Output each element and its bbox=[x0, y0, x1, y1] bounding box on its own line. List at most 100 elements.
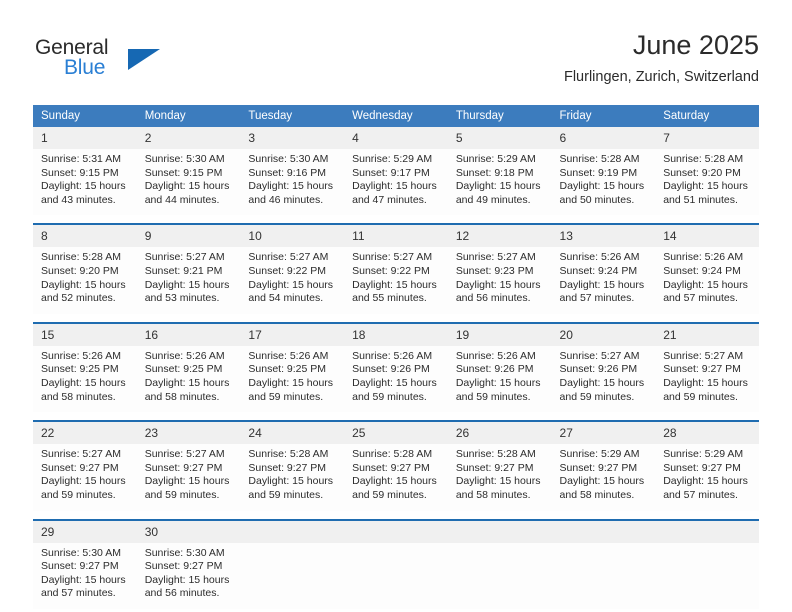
day-number[interactable]: 17 bbox=[240, 323, 345, 346]
generalblue-logo[interactable]: General Blue bbox=[33, 36, 253, 88]
sunset-text: Sunset: 9:27 PM bbox=[144, 560, 223, 573]
day-cell[interactable]: Sunrise: 5:27 AM Sunset: 9:27 PM Dayligh… bbox=[33, 444, 137, 511]
day-number[interactable]: 23 bbox=[136, 422, 241, 445]
day-number[interactable]: 30 bbox=[136, 520, 241, 543]
daylight-text-2: and 57 minutes. bbox=[559, 292, 635, 305]
day-number[interactable]: 10 bbox=[240, 225, 345, 248]
day-of-week-header-row: Sunday Monday Tuesday Wednesday Thursday… bbox=[33, 105, 759, 127]
sunrise-text: Sunrise: 5:28 AM bbox=[248, 448, 329, 461]
day-cell[interactable]: Sunrise: 5:27 AM Sunset: 9:22 PM Dayligh… bbox=[344, 247, 448, 314]
daylight-text-2: and 59 minutes. bbox=[352, 488, 427, 501]
sunrise-sunset-calendar: Sunday Monday Tuesday Wednesday Thursday… bbox=[33, 105, 759, 609]
day-number[interactable]: 26 bbox=[447, 422, 552, 445]
day-number[interactable]: 27 bbox=[551, 422, 656, 445]
sunset-text: Sunset: 9:25 PM bbox=[41, 363, 119, 376]
day-cell-empty bbox=[551, 542, 656, 609]
daylight-text-2: and 55 minutes. bbox=[352, 292, 427, 305]
day-cell[interactable]: Sunrise: 5:28 AM Sunset: 9:20 PM Dayligh… bbox=[655, 149, 759, 216]
day-cell-empty bbox=[240, 542, 345, 609]
day-cell[interactable]: Sunrise: 5:29 AM Sunset: 9:17 PM Dayligh… bbox=[344, 149, 448, 216]
day-cell[interactable]: Sunrise: 5:30 AM Sunset: 9:27 PM Dayligh… bbox=[33, 542, 137, 609]
sunrise-text: Sunrise: 5:28 AM bbox=[559, 153, 640, 165]
daylight-text-2: and 59 minutes. bbox=[248, 488, 324, 501]
day-number[interactable]: 8 bbox=[33, 225, 137, 248]
sunrise-text: Sunrise: 5:28 AM bbox=[352, 448, 433, 461]
day-cell[interactable]: Sunrise: 5:31 AM Sunset: 9:15 PM Dayligh… bbox=[33, 149, 137, 216]
day-number[interactable]: 1 bbox=[33, 127, 137, 149]
day-number[interactable]: 15 bbox=[33, 323, 137, 346]
day-number[interactable]: 20 bbox=[551, 323, 656, 346]
day-cell[interactable]: Sunrise: 5:28 AM Sunset: 9:27 PM Dayligh… bbox=[344, 444, 448, 511]
day-number[interactable]: 22 bbox=[33, 422, 137, 445]
daylight-text-1: Daylight: 15 hours bbox=[559, 278, 645, 291]
day-number[interactable]: 29 bbox=[33, 520, 137, 543]
dow-header-friday: Friday bbox=[551, 105, 656, 127]
day-cell[interactable]: Sunrise: 5:29 AM Sunset: 9:27 PM Dayligh… bbox=[655, 444, 759, 511]
day-cell[interactable]: Sunrise: 5:26 AM Sunset: 9:24 PM Dayligh… bbox=[655, 247, 759, 314]
day-number[interactable]: 21 bbox=[655, 323, 759, 346]
day-cell[interactable]: Sunrise: 5:30 AM Sunset: 9:15 PM Dayligh… bbox=[136, 149, 241, 216]
daylight-text-1: Daylight: 15 hours bbox=[41, 180, 126, 193]
day-number[interactable]: 14 bbox=[655, 225, 759, 248]
day-cell[interactable]: Sunrise: 5:26 AM Sunset: 9:26 PM Dayligh… bbox=[344, 345, 448, 413]
sunset-text: Sunset: 9:15 PM bbox=[41, 166, 119, 179]
day-number[interactable]: 12 bbox=[447, 225, 552, 248]
daylight-text-1: Daylight: 15 hours bbox=[559, 376, 645, 389]
daylight-text-2: and 57 minutes. bbox=[663, 488, 738, 501]
day-number[interactable]: 16 bbox=[136, 323, 241, 346]
daylight-text-1: Daylight: 15 hours bbox=[248, 475, 334, 488]
day-cell[interactable]: Sunrise: 5:27 AM Sunset: 9:22 PM Dayligh… bbox=[240, 247, 345, 314]
day-cell[interactable]: Sunrise: 5:28 AM Sunset: 9:19 PM Dayligh… bbox=[551, 149, 656, 216]
day-number[interactable]: 18 bbox=[344, 323, 448, 346]
daylight-text-2: and 54 minutes. bbox=[248, 292, 324, 305]
week-info-row: Sunrise: 5:26 AM Sunset: 9:25 PM Dayligh… bbox=[33, 345, 759, 413]
dow-header-monday: Monday bbox=[136, 105, 241, 127]
day-cell[interactable]: Sunrise: 5:28 AM Sunset: 9:20 PM Dayligh… bbox=[33, 247, 137, 314]
day-cell[interactable]: Sunrise: 5:27 AM Sunset: 9:27 PM Dayligh… bbox=[136, 444, 241, 511]
day-cell[interactable]: Sunrise: 5:26 AM Sunset: 9:24 PM Dayligh… bbox=[551, 247, 656, 314]
day-number[interactable]: 5 bbox=[447, 127, 552, 149]
day-cell[interactable]: Sunrise: 5:26 AM Sunset: 9:25 PM Dayligh… bbox=[33, 345, 137, 413]
daylight-text-2: and 59 minutes. bbox=[559, 390, 635, 403]
day-number[interactable]: 24 bbox=[240, 422, 345, 445]
day-number[interactable]: 28 bbox=[655, 422, 759, 445]
sunrise-text: Sunrise: 5:27 AM bbox=[248, 251, 329, 264]
day-number[interactable]: 13 bbox=[551, 225, 656, 248]
spacer bbox=[33, 412, 759, 421]
day-cell[interactable]: Sunrise: 5:26 AM Sunset: 9:26 PM Dayligh… bbox=[447, 345, 552, 413]
day-cell[interactable]: Sunrise: 5:30 AM Sunset: 9:27 PM Dayligh… bbox=[136, 542, 241, 609]
daylight-text-1: Daylight: 15 hours bbox=[663, 278, 748, 291]
sunrise-text: Sunrise: 5:30 AM bbox=[144, 546, 225, 559]
day-number[interactable]: 3 bbox=[240, 127, 345, 149]
day-cell[interactable]: Sunrise: 5:29 AM Sunset: 9:18 PM Dayligh… bbox=[447, 149, 552, 216]
day-cell[interactable]: Sunrise: 5:28 AM Sunset: 9:27 PM Dayligh… bbox=[240, 444, 345, 511]
sunrise-text: Sunrise: 5:30 AM bbox=[144, 153, 225, 165]
day-cell[interactable]: Sunrise: 5:27 AM Sunset: 9:27 PM Dayligh… bbox=[655, 345, 759, 413]
day-number[interactable]: 19 bbox=[447, 323, 552, 346]
daylight-text-1: Daylight: 15 hours bbox=[41, 573, 126, 586]
day-number[interactable]: 7 bbox=[655, 127, 759, 149]
day-cell[interactable]: Sunrise: 5:27 AM Sunset: 9:21 PM Dayligh… bbox=[136, 247, 241, 314]
day-cell[interactable]: Sunrise: 5:28 AM Sunset: 9:27 PM Dayligh… bbox=[447, 444, 552, 511]
day-cell[interactable]: Sunrise: 5:29 AM Sunset: 9:27 PM Dayligh… bbox=[551, 444, 656, 511]
sunrise-text: Sunrise: 5:30 AM bbox=[248, 153, 329, 165]
sunrise-text: Sunrise: 5:27 AM bbox=[559, 349, 640, 362]
day-number[interactable]: 6 bbox=[551, 127, 656, 149]
day-number[interactable]: 4 bbox=[344, 127, 448, 149]
sunset-text: Sunset: 9:16 PM bbox=[248, 166, 327, 179]
day-cell[interactable]: Sunrise: 5:26 AM Sunset: 9:25 PM Dayligh… bbox=[240, 345, 345, 413]
day-cell[interactable]: Sunrise: 5:27 AM Sunset: 9:23 PM Dayligh… bbox=[447, 247, 552, 314]
week-info-row: Sunrise: 5:30 AM Sunset: 9:27 PM Dayligh… bbox=[33, 542, 759, 609]
sunrise-text: Sunrise: 5:31 AM bbox=[41, 153, 121, 165]
daylight-text-1: Daylight: 15 hours bbox=[41, 376, 126, 389]
day-number[interactable]: 2 bbox=[136, 127, 241, 149]
daylight-text-2: and 59 minutes. bbox=[144, 488, 220, 501]
day-cell[interactable]: Sunrise: 5:30 AM Sunset: 9:16 PM Dayligh… bbox=[240, 149, 345, 216]
daylight-text-1: Daylight: 15 hours bbox=[352, 376, 437, 389]
day-cell[interactable]: Sunrise: 5:26 AM Sunset: 9:25 PM Dayligh… bbox=[136, 345, 241, 413]
day-number[interactable]: 9 bbox=[136, 225, 241, 248]
day-number[interactable]: 25 bbox=[344, 422, 448, 445]
day-number[interactable]: 11 bbox=[344, 225, 448, 248]
daylight-text-1: Daylight: 15 hours bbox=[455, 376, 541, 389]
day-cell[interactable]: Sunrise: 5:27 AM Sunset: 9:26 PM Dayligh… bbox=[551, 345, 656, 413]
